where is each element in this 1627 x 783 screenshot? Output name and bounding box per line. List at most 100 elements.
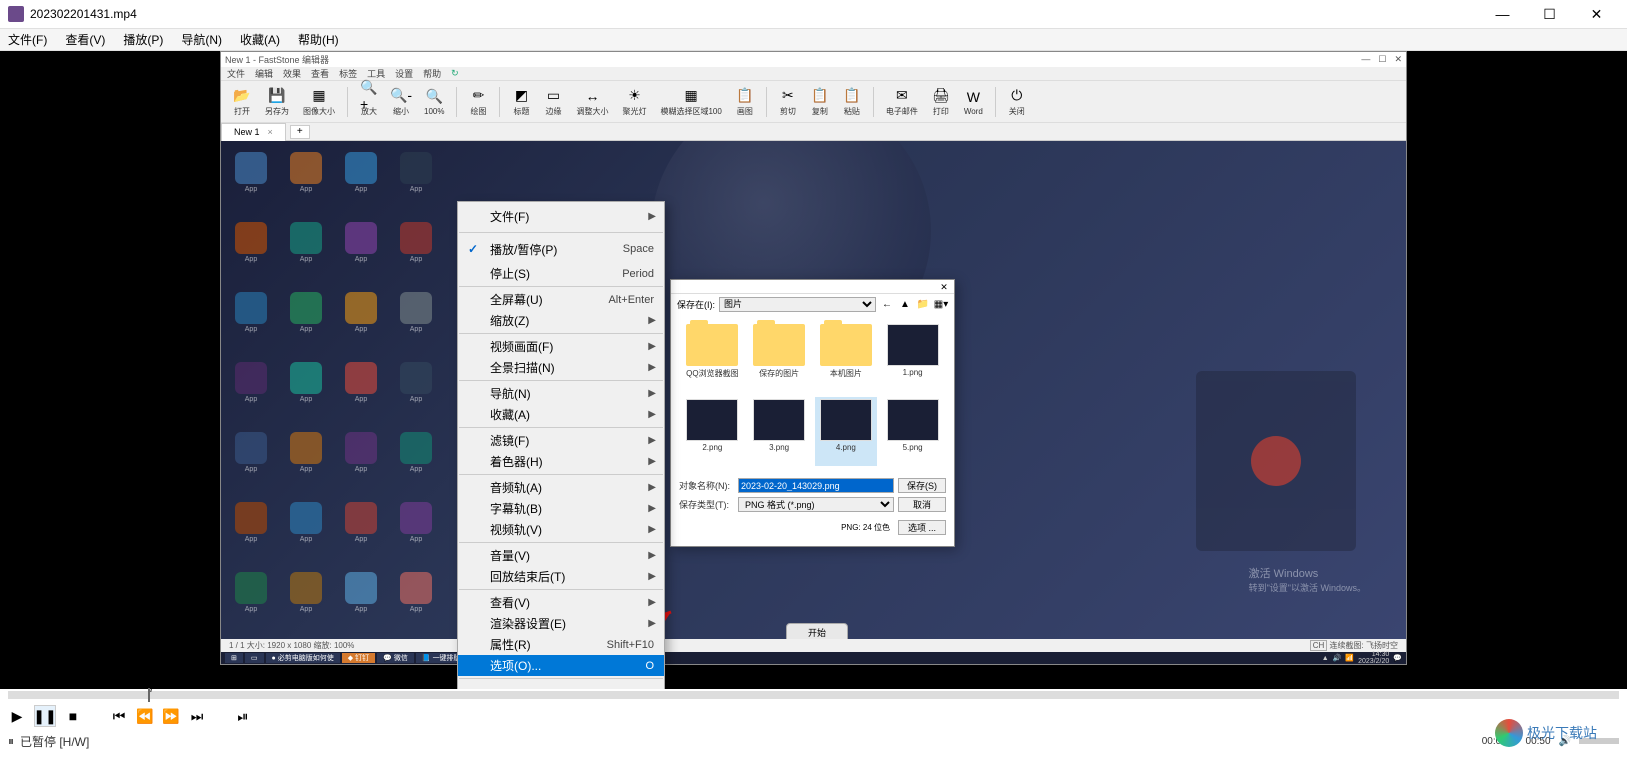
inner-menu-文件[interactable]: 文件 bbox=[227, 67, 245, 80]
desktop-icon[interactable]: App bbox=[337, 292, 385, 344]
record-button[interactable] bbox=[1251, 436, 1301, 486]
tool-复制[interactable]: 📋复制 bbox=[807, 85, 833, 119]
desktop-icon[interactable]: App bbox=[392, 292, 440, 344]
nav-view-icon[interactable]: ▦▾ bbox=[934, 297, 948, 311]
inner-menu-编辑[interactable]: 编辑 bbox=[255, 67, 273, 80]
tab-close-icon[interactable]: × bbox=[268, 127, 273, 137]
menu-item-收藏(A)[interactable]: 收藏(A)▶ bbox=[458, 404, 664, 425]
desktop-icon[interactable]: App bbox=[337, 432, 385, 484]
desktop-icon[interactable]: App bbox=[392, 362, 440, 414]
desktop-icon[interactable]: App bbox=[282, 152, 330, 204]
menu-item-播放/暂停(P)[interactable]: 播放/暂停(P)Space bbox=[458, 235, 664, 263]
nav-up-icon[interactable]: ▲ bbox=[898, 297, 912, 311]
options-button[interactable]: 选项 ... bbox=[898, 520, 946, 535]
minimize-button[interactable]: — bbox=[1480, 0, 1525, 28]
save-button[interactable]: 保存(S) bbox=[898, 478, 946, 493]
tool-粘贴[interactable]: 📋粘贴 bbox=[839, 85, 865, 119]
tool-图像大小[interactable]: ▦图像大小 bbox=[299, 85, 339, 119]
menu-item-选项(O)...[interactable]: 选项(O)...O bbox=[458, 655, 664, 676]
desktop-icon[interactable]: App bbox=[282, 432, 330, 484]
cancel-button[interactable]: 取消 bbox=[898, 497, 946, 512]
inner-close-icon[interactable]: ✕ bbox=[1394, 54, 1402, 65]
menu-item-全景扫描(N)[interactable]: 全景扫描(N)▶ bbox=[458, 357, 664, 378]
seek-thumb[interactable] bbox=[148, 688, 150, 702]
menu-item-全屏幕(U)[interactable]: 全屏幕(U)Alt+Enter bbox=[458, 289, 664, 310]
desktop-icon[interactable]: App bbox=[282, 292, 330, 344]
taskbar-必剪电脑版如何使[interactable]: ●必剪电脑版如何使 bbox=[266, 653, 340, 663]
tool-Word[interactable]: WWord bbox=[960, 86, 987, 118]
menu-item-缩放(Z)[interactable]: 缩放(Z)▶ bbox=[458, 310, 664, 331]
desktop-icon[interactable]: App bbox=[337, 502, 385, 554]
inner-minimize-icon[interactable]: — bbox=[1361, 54, 1370, 65]
tool-关闭[interactable]: ⏻关闭 bbox=[1004, 85, 1030, 119]
taskbar-start[interactable]: ▭ bbox=[245, 653, 264, 663]
inner-maximize-icon[interactable]: ☐ bbox=[1378, 54, 1386, 65]
prev-button[interactable]: ⏮ bbox=[110, 707, 128, 725]
inner-menu-标签[interactable]: 标签 bbox=[339, 67, 357, 80]
desktop-icon[interactable]: App bbox=[227, 222, 275, 274]
desktop-icon[interactable]: App bbox=[392, 222, 440, 274]
inner-menu-帮助[interactable]: 帮助 bbox=[423, 67, 441, 80]
tool-绘图[interactable]: ✏绘图 bbox=[465, 85, 491, 119]
dialog-close-icon[interactable]: ✕ bbox=[938, 282, 950, 292]
volume-slider[interactable] bbox=[1579, 738, 1619, 744]
location-select[interactable]: 图片 bbox=[719, 297, 876, 312]
desktop-icon[interactable]: App bbox=[227, 152, 275, 204]
menu-item-导航(N)[interactable]: 导航(N)▶ bbox=[458, 383, 664, 404]
menu-文件(F)[interactable]: 文件(F) bbox=[8, 31, 47, 48]
menu-item-音频轨(A)[interactable]: 音频轨(A)▶ bbox=[458, 477, 664, 498]
inner-menu-查看[interactable]: 查看 bbox=[311, 67, 329, 80]
menu-查看(V)[interactable]: 查看(V) bbox=[65, 31, 105, 48]
menu-item-字幕轨(B)[interactable]: 字幕轨(B)▶ bbox=[458, 498, 664, 519]
menu-帮助(H)[interactable]: 帮助(H) bbox=[298, 31, 339, 48]
start-button[interactable]: 开始 bbox=[786, 623, 848, 639]
menu-item-视频轨(V)[interactable]: 视频轨(V)▶ bbox=[458, 519, 664, 540]
tool-打印[interactable]: 🖨打印 bbox=[928, 85, 954, 119]
desktop-icon[interactable]: App bbox=[282, 222, 330, 274]
next-button[interactable]: ⏭ bbox=[188, 707, 206, 725]
tool-画图[interactable]: 📋画图 bbox=[732, 85, 758, 119]
tool-聚光灯[interactable]: ☀聚光灯 bbox=[618, 85, 650, 119]
menu-导航(N)[interactable]: 导航(N) bbox=[181, 31, 222, 48]
tool-调整大小[interactable]: ↔调整大小 bbox=[572, 85, 612, 119]
step-button[interactable]: ⏯ bbox=[234, 707, 252, 725]
taskbar-start[interactable]: ⊞ bbox=[225, 653, 243, 663]
menu-item-滤镜(F)[interactable]: 滤镜(F)▶ bbox=[458, 430, 664, 451]
desktop-icon[interactable]: App bbox=[337, 572, 385, 624]
tool-边缘[interactable]: ▭边缘 bbox=[540, 85, 566, 119]
maximize-button[interactable]: ☐ bbox=[1527, 0, 1572, 28]
desktop-icon[interactable]: App bbox=[282, 572, 330, 624]
file-3.png[interactable]: 3.png bbox=[748, 397, 811, 466]
desktop-icon[interactable]: App bbox=[337, 222, 385, 274]
desktop-icon[interactable]: App bbox=[227, 432, 275, 484]
menu-item-渲染器设置(E)[interactable]: 渲染器设置(E)▶ bbox=[458, 613, 664, 634]
forward-button[interactable]: ⏩ bbox=[162, 707, 180, 725]
seek-bar[interactable] bbox=[0, 689, 1627, 702]
pause-button[interactable]: ❚❚ bbox=[34, 705, 56, 727]
menu-item-属性(R)[interactable]: 属性(R)Shift+F10 bbox=[458, 634, 664, 655]
menu-item-视频画面(F)[interactable]: 视频画面(F)▶ bbox=[458, 336, 664, 357]
tool-打开[interactable]: 📂打开 bbox=[229, 85, 255, 119]
menu-收藏(A)[interactable]: 收藏(A) bbox=[240, 31, 280, 48]
file-保存的图片[interactable]: 保存的图片 bbox=[748, 322, 811, 393]
inner-menu-设置[interactable]: 设置 bbox=[395, 67, 413, 80]
tool-剪切[interactable]: ✂剪切 bbox=[775, 85, 801, 119]
tool-模糊选择区域100[interactable]: ▦模糊选择区域100 bbox=[656, 85, 725, 119]
desktop-icon[interactable]: App bbox=[282, 362, 330, 414]
menu-播放(P)[interactable]: 播放(P) bbox=[123, 31, 163, 48]
tool-放大[interactable]: 🔍+放大 bbox=[356, 85, 382, 119]
rewind-button[interactable]: ⏪ bbox=[136, 707, 154, 725]
menu-item-着色器(H)[interactable]: 着色器(H)▶ bbox=[458, 451, 664, 472]
desktop-icon[interactable]: App bbox=[227, 572, 275, 624]
file-list[interactable]: QQ浏览器截图保存的图片本机图片1.png2.png3.png4.png5.pn… bbox=[671, 314, 954, 474]
nav-back-icon[interactable]: ← bbox=[880, 297, 894, 311]
desktop-icon[interactable]: App bbox=[392, 432, 440, 484]
menu-item-停止(S)[interactable]: 停止(S)Period bbox=[458, 263, 664, 284]
volume-icon[interactable]: 🔊 bbox=[1559, 736, 1571, 747]
tool-电子邮件[interactable]: ✉电子邮件 bbox=[882, 85, 922, 119]
tool-另存为[interactable]: 💾另存为 bbox=[261, 85, 293, 119]
system-tray[interactable]: ▲🔊📶 14:30 2023/2/20 💬 bbox=[1322, 651, 1402, 665]
file-本机图片[interactable]: 本机图片 bbox=[815, 322, 878, 393]
desktop-icon[interactable]: App bbox=[392, 572, 440, 624]
file-QQ浏览器截图[interactable]: QQ浏览器截图 bbox=[681, 322, 744, 393]
